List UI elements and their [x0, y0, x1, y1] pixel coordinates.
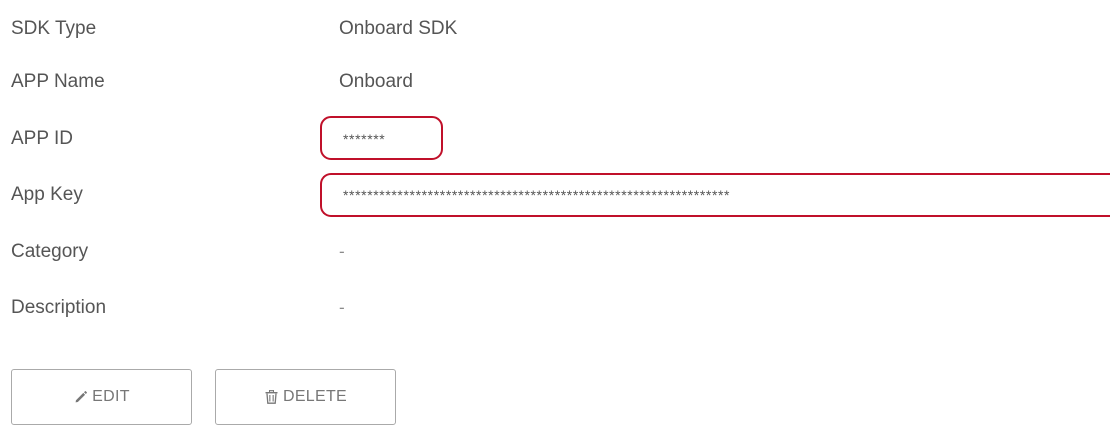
detail-row-app-name: APP Name Onboard [0, 53, 1110, 111]
pencil-icon [73, 389, 89, 405]
description-value: - [339, 298, 345, 317]
app-key-highlight-outline [320, 173, 1110, 217]
detail-row-category: Category - [0, 223, 1110, 281]
app-name-label: APP Name [11, 71, 105, 92]
detail-row-description: Description - [0, 279, 1110, 337]
app-id-highlight-outline [320, 116, 443, 160]
category-label: Category [11, 241, 89, 262]
sdk-type-label: SDK Type [11, 18, 97, 39]
trash-icon [264, 389, 280, 405]
category-value: - [339, 242, 345, 261]
sdk-type-value: Onboard SDK [339, 18, 458, 39]
edit-button[interactable]: EDIT [11, 369, 192, 425]
app-name-value: Onboard [339, 71, 413, 92]
detail-row-app-id: APP ID ******* [0, 110, 1110, 168]
delete-button[interactable]: DELETE [215, 369, 396, 425]
app-key-label: App Key [11, 184, 83, 205]
delete-button-label: DELETE [282, 388, 348, 405]
app-id-label: APP ID [11, 128, 73, 149]
description-label: Description [11, 297, 107, 318]
edit-button-label: EDIT [92, 388, 130, 405]
detail-row-sdk-type: SDK Type Onboard SDK [0, 0, 1110, 58]
